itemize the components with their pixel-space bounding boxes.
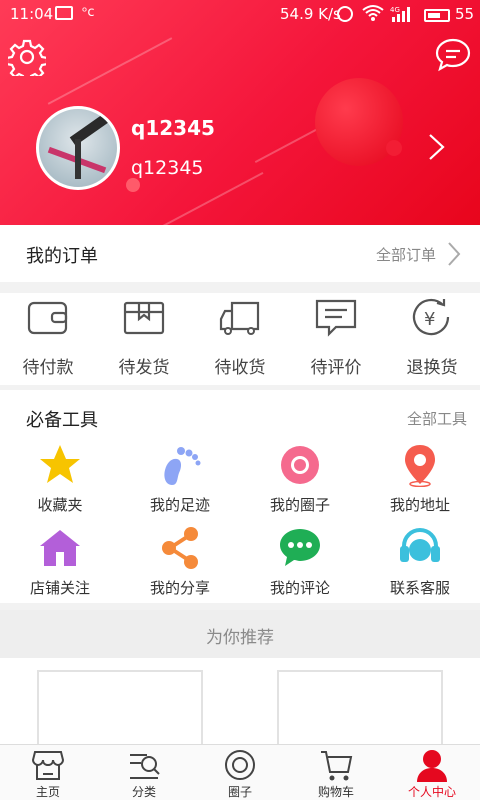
alarm-icon [337, 6, 353, 22]
decor-streak [47, 37, 173, 105]
avatar[interactable] [36, 106, 120, 190]
order-to-ship[interactable]: 待发货 [96, 293, 192, 385]
decor-circle [386, 140, 402, 156]
tool-footprint[interactable]: 我的足迹 [120, 443, 240, 523]
signal-icon: 4G [390, 5, 416, 27]
all-orders-link[interactable]: 全部订单 [376, 244, 436, 265]
package-icon [123, 301, 165, 335]
nav-label: 圈子 [227, 785, 252, 799]
tool-share[interactable]: 我的分享 [120, 526, 240, 606]
my-orders-row[interactable]: 我的订单 全部订单 [0, 225, 480, 282]
tools-title: 必备工具 [26, 410, 98, 431]
cart-icon [321, 751, 353, 781]
footprint-icon [164, 447, 201, 485]
all-tools-link[interactable]: 全部工具 [407, 408, 467, 429]
tool-circle[interactable]: 我的圈子 [240, 443, 360, 523]
order-pending-payment[interactable]: 待付款 [0, 293, 96, 385]
order-label: 待收货 [214, 358, 266, 378]
tool-favorites[interactable]: 收藏夹 [0, 443, 120, 523]
recommend-header: 为你推荐 [0, 610, 480, 658]
nav-label: 个人中心 [407, 785, 456, 799]
category-search-icon [130, 754, 160, 779]
tool-customer-service[interactable]: 联系客服 [360, 526, 480, 606]
net-speed: 54.9 K/s [280, 5, 341, 23]
nav-circle[interactable]: 圈子 [192, 745, 288, 800]
decor-streak [156, 171, 264, 225]
profile-header: 11:04 ᵒc 54.9 K/s 4G 55 q12345 q12345 [0, 0, 480, 225]
chevron-right-icon[interactable] [446, 241, 462, 267]
ring-icon [225, 750, 255, 780]
chevron-right-icon[interactable] [424, 132, 450, 162]
username: q12345 [131, 116, 215, 140]
nav-cart[interactable]: 购物车 [288, 745, 384, 800]
tool-label: 我的地址 [389, 496, 450, 514]
chat-bubble-icon [280, 529, 320, 566]
tool-label: 我的圈子 [269, 496, 330, 514]
order-label: 待付款 [22, 358, 74, 378]
notification-icon: ᵒc [82, 5, 95, 20]
nav-label: 购物车 [317, 785, 354, 799]
circle-icon [281, 446, 319, 484]
order-to-review[interactable]: 待评价 [288, 293, 384, 385]
tools-section: 必备工具 全部工具 收藏夹 我的足迹 我的圈子 我的地址 店铺关注 我的分享 我… [0, 390, 480, 603]
headset-icon [400, 528, 440, 562]
image-notification-icon [55, 6, 73, 20]
tool-address[interactable]: 我的地址 [360, 443, 480, 523]
product-card[interactable] [37, 670, 203, 750]
nav-home[interactable]: 主页 [0, 745, 96, 800]
user-icon [417, 750, 447, 782]
orders-title: 我的订单 [26, 246, 98, 267]
status-bar: 11:04 ᵒc 54.9 K/s 4G 55 [0, 0, 480, 30]
comment-icon [315, 299, 357, 337]
settings-gear-icon[interactable] [5, 38, 49, 83]
store-icon [31, 751, 65, 780]
battery-icon [424, 9, 450, 22]
house-icon [40, 530, 80, 566]
battery-level: 55 [455, 5, 475, 23]
order-to-receive[interactable]: 待收货 [192, 293, 288, 385]
location-pin-icon [405, 445, 435, 487]
share-icon [162, 527, 198, 569]
order-label: 待发货 [118, 358, 170, 378]
signal-label: 4G [390, 6, 400, 14]
order-status-row: 待付款 待发货 待收货 待评价 ¥ 退换货 [0, 293, 480, 385]
truck-icon [219, 301, 260, 335]
order-refund[interactable]: ¥ 退换货 [384, 293, 480, 385]
nav-category[interactable]: 分类 [96, 745, 192, 800]
recommend-title: 为你推荐 [206, 628, 274, 648]
message-icon[interactable] [435, 38, 471, 72]
wifi-icon [362, 4, 384, 26]
refund-icon: ¥ [412, 298, 450, 336]
tool-label: 收藏夹 [37, 496, 83, 514]
decor-circle [126, 178, 140, 192]
tool-label: 我的分享 [149, 579, 210, 597]
status-time: 11:04 [10, 5, 54, 23]
nav-label: 主页 [35, 785, 60, 799]
tool-label: 我的评论 [269, 579, 330, 597]
tool-label: 店铺关注 [29, 579, 90, 597]
order-label: 退换货 [406, 358, 458, 378]
bottom-nav: 主页 分类 圈子 购物车 个人中心 [0, 744, 480, 800]
tool-shop-follow[interactable]: 店铺关注 [0, 526, 120, 606]
product-card[interactable] [277, 670, 443, 750]
star-icon [40, 445, 80, 483]
order-label: 待评价 [310, 358, 362, 378]
tool-comments[interactable]: 我的评论 [240, 526, 360, 606]
nav-label: 分类 [131, 785, 156, 799]
wallet-icon [27, 301, 68, 335]
svg-text:¥: ¥ [424, 309, 435, 330]
recommend-list [0, 658, 480, 750]
tool-label: 我的足迹 [149, 496, 210, 514]
nickname: q12345 [131, 157, 204, 179]
nav-profile[interactable]: 个人中心 [384, 745, 480, 800]
tool-label: 联系客服 [389, 579, 450, 597]
